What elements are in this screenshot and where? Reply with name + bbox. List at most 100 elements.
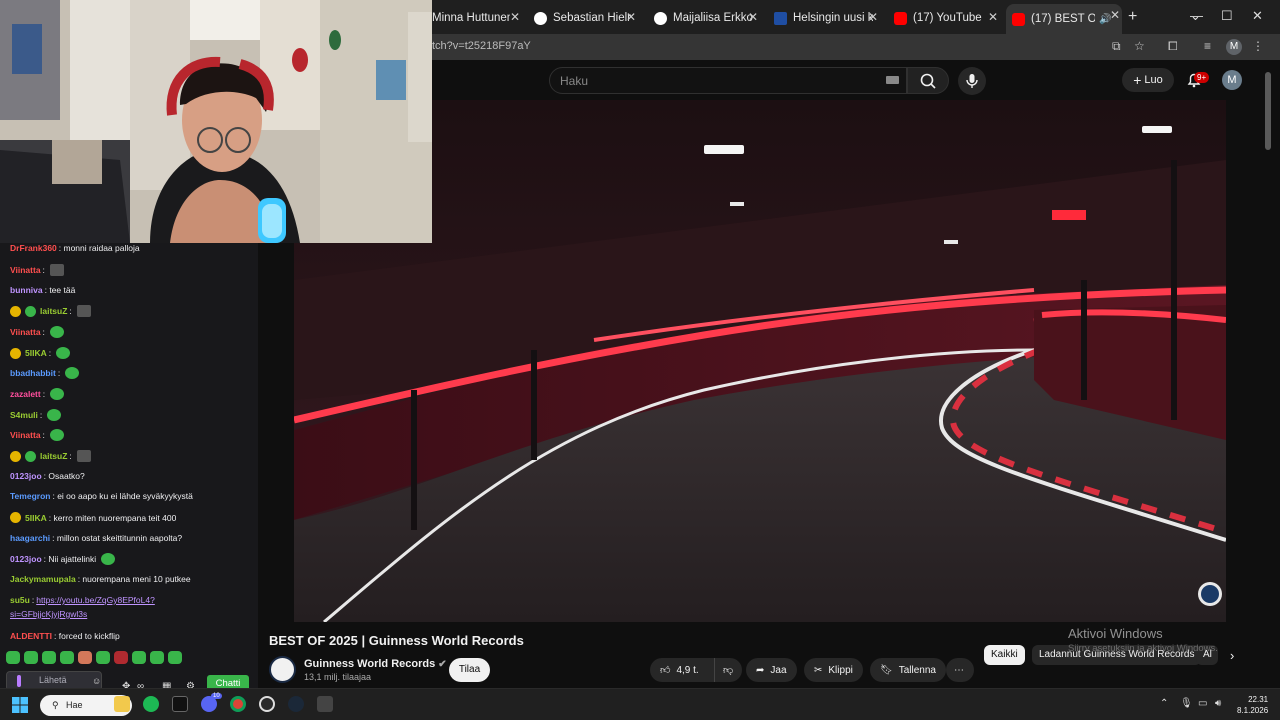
emote-icon[interactable] [24,651,38,664]
page-scrollbar[interactable] [1264,60,1272,150]
close-icon[interactable]: ✕ [510,10,520,24]
chrome-icon[interactable] [230,696,246,712]
network-icon[interactable]: ▭ [1198,698,1207,709]
chat-username[interactable]: 5IIKA [25,348,47,358]
emote-icon[interactable] [42,651,56,664]
chip-all[interactable]: Kaikki [984,645,1025,665]
emote-icon[interactable] [114,651,128,664]
close-icon[interactable]: ✕ [1110,8,1120,22]
chat-username[interactable]: zazalett [10,389,41,399]
chat-emote-icon[interactable] [47,409,62,421]
chat-emote-icon[interactable] [50,388,65,400]
chat-emote-icon[interactable] [76,305,91,317]
chat-username[interactable]: Jackymamupala [10,574,76,584]
emote-icon[interactable] [168,651,182,664]
calculator-icon[interactable] [317,696,333,712]
media-control-icon[interactable]: ≡ [1204,39,1211,53]
tab-5-active[interactable]: (17) BEST OF 202 🔊 ✕ [1006,4,1122,34]
chat-emote-icon[interactable] [65,367,80,379]
scrollbar-thumb[interactable] [1265,72,1271,150]
chat-emote-icon[interactable] [49,264,64,276]
x-app-icon[interactable] [172,696,188,712]
chat-badge-icon[interactable] [25,305,36,317]
emote-icon[interactable] [132,651,146,664]
windows-start-icon[interactable] [12,697,28,713]
extensions-icon[interactable]: ⧠ [1168,39,1178,54]
emote-icon[interactable] [78,651,92,664]
spotify-icon[interactable] [143,696,159,712]
avatar[interactable]: M [1222,70,1242,90]
tab-2[interactable]: Maijaliisa Erkkola - G ✕ [648,6,760,30]
chat-emote-icon[interactable] [49,326,64,338]
close-window-icon[interactable]: ✕ [1252,8,1263,24]
chat-emote-icon[interactable] [101,553,116,565]
emote-picker-icon[interactable]: ☺ [92,676,101,686]
install-app-icon[interactable]: ⧉ [1112,39,1121,54]
menu-icon[interactable]: ⋮ [1252,39,1264,53]
search-button[interactable] [907,67,949,94]
chat-username[interactable]: su5u [10,595,30,605]
chat-badge-icon[interactable] [10,347,21,359]
chat-username[interactable]: 0123joo [10,554,42,564]
close-icon[interactable]: ✕ [988,10,998,24]
chat-username[interactable]: Viinatta [10,265,41,275]
create-button[interactable]: + Luo [1122,68,1174,92]
chat-emote-icon[interactable] [56,347,71,359]
obs-icon[interactable] [259,696,275,712]
voice-search-button[interactable] [958,67,986,95]
steam-icon[interactable] [288,696,304,712]
like-button[interactable]: 👍︎ 4,9 t. [650,658,714,682]
chat-username[interactable]: bbadhabbit [10,368,56,378]
chat-badge-icon[interactable] [10,512,21,523]
chat-username[interactable]: S4muli [10,410,38,420]
volume-icon[interactable]: 🔊︎ [1215,698,1221,709]
minimize-icon-line[interactable]: — [1190,8,1203,23]
tab-0[interactable]: Minna Huttunen - G ✕ [426,6,522,30]
star-icon[interactable]: ☆ [1134,39,1145,53]
chat-badge-icon[interactable] [10,305,21,317]
tab-3[interactable]: Helsingin uusi kokei ✕ [768,6,880,30]
chat-username[interactable]: laitsuZ [40,306,67,316]
tab-1[interactable]: Sebastian Hielm - G ✕ [528,6,638,30]
save-button[interactable]: 🔖︎ Tallenna [870,658,946,682]
emote-icon[interactable] [96,651,110,664]
clock[interactable]: 22.31 8.1.2026 [1237,694,1268,716]
chat-link[interactable]: https://youtu.be/ZqGy8EPfoL4? [36,595,155,605]
chat-username[interactable]: haagarchi [10,533,50,543]
close-icon[interactable]: ✕ [868,10,878,24]
chat-username[interactable]: DrFrank360 [10,243,57,253]
search-input[interactable]: Haku [549,67,907,94]
chat-username[interactable]: Viinatta [10,327,41,337]
subscribe-button[interactable]: Tilaa [449,658,490,682]
chevron-up-icon[interactable]: ⌃ [1160,698,1168,709]
channel-name[interactable]: Guinness World Records ✔ [304,658,447,670]
video-player[interactable] [294,100,1226,622]
chat-badge-icon[interactable] [10,450,21,462]
close-icon[interactable]: ✕ [748,10,758,24]
chat-emote-icon[interactable] [49,429,64,441]
chat-username[interactable]: 0123joo [10,471,42,481]
keyboard-icon[interactable] [886,76,899,84]
tab-4[interactable]: (17) YouTube ✕ [888,6,1000,30]
more-actions-button[interactable]: ⋯ [946,658,974,682]
chat-badge-icon[interactable] [25,450,36,462]
channel-avatar[interactable] [269,656,296,683]
file-explorer-icon[interactable] [114,696,130,712]
channel-name-text[interactable]: Guinness World Records [304,658,435,670]
chat-link[interactable]: si=GFbjjcKjyjRgwl3s [10,609,87,619]
chat-username[interactable]: bunniva [10,285,43,295]
chat-username[interactable]: Viinatta [10,430,41,440]
chat-username[interactable]: 5IIKA [25,513,47,523]
chat-username[interactable]: Temegron [10,491,50,501]
chat-username[interactable]: ALDENTTI [10,631,52,641]
clip-button[interactable]: ✂ Klippi [804,658,863,682]
emote-icon[interactable] [6,651,20,664]
new-tab-icon[interactable]: + [1128,8,1137,26]
url-text[interactable]: tch?v=t25218F97aY [432,40,531,52]
profile-avatar[interactable]: M [1226,39,1242,55]
emote-icon[interactable] [60,651,74,664]
chat-username[interactable]: laitsuZ [40,451,67,461]
share-button[interactable]: ➦ Jaa [746,658,797,682]
close-icon[interactable]: ✕ [626,10,636,24]
chat-emote-icon[interactable] [76,450,91,462]
